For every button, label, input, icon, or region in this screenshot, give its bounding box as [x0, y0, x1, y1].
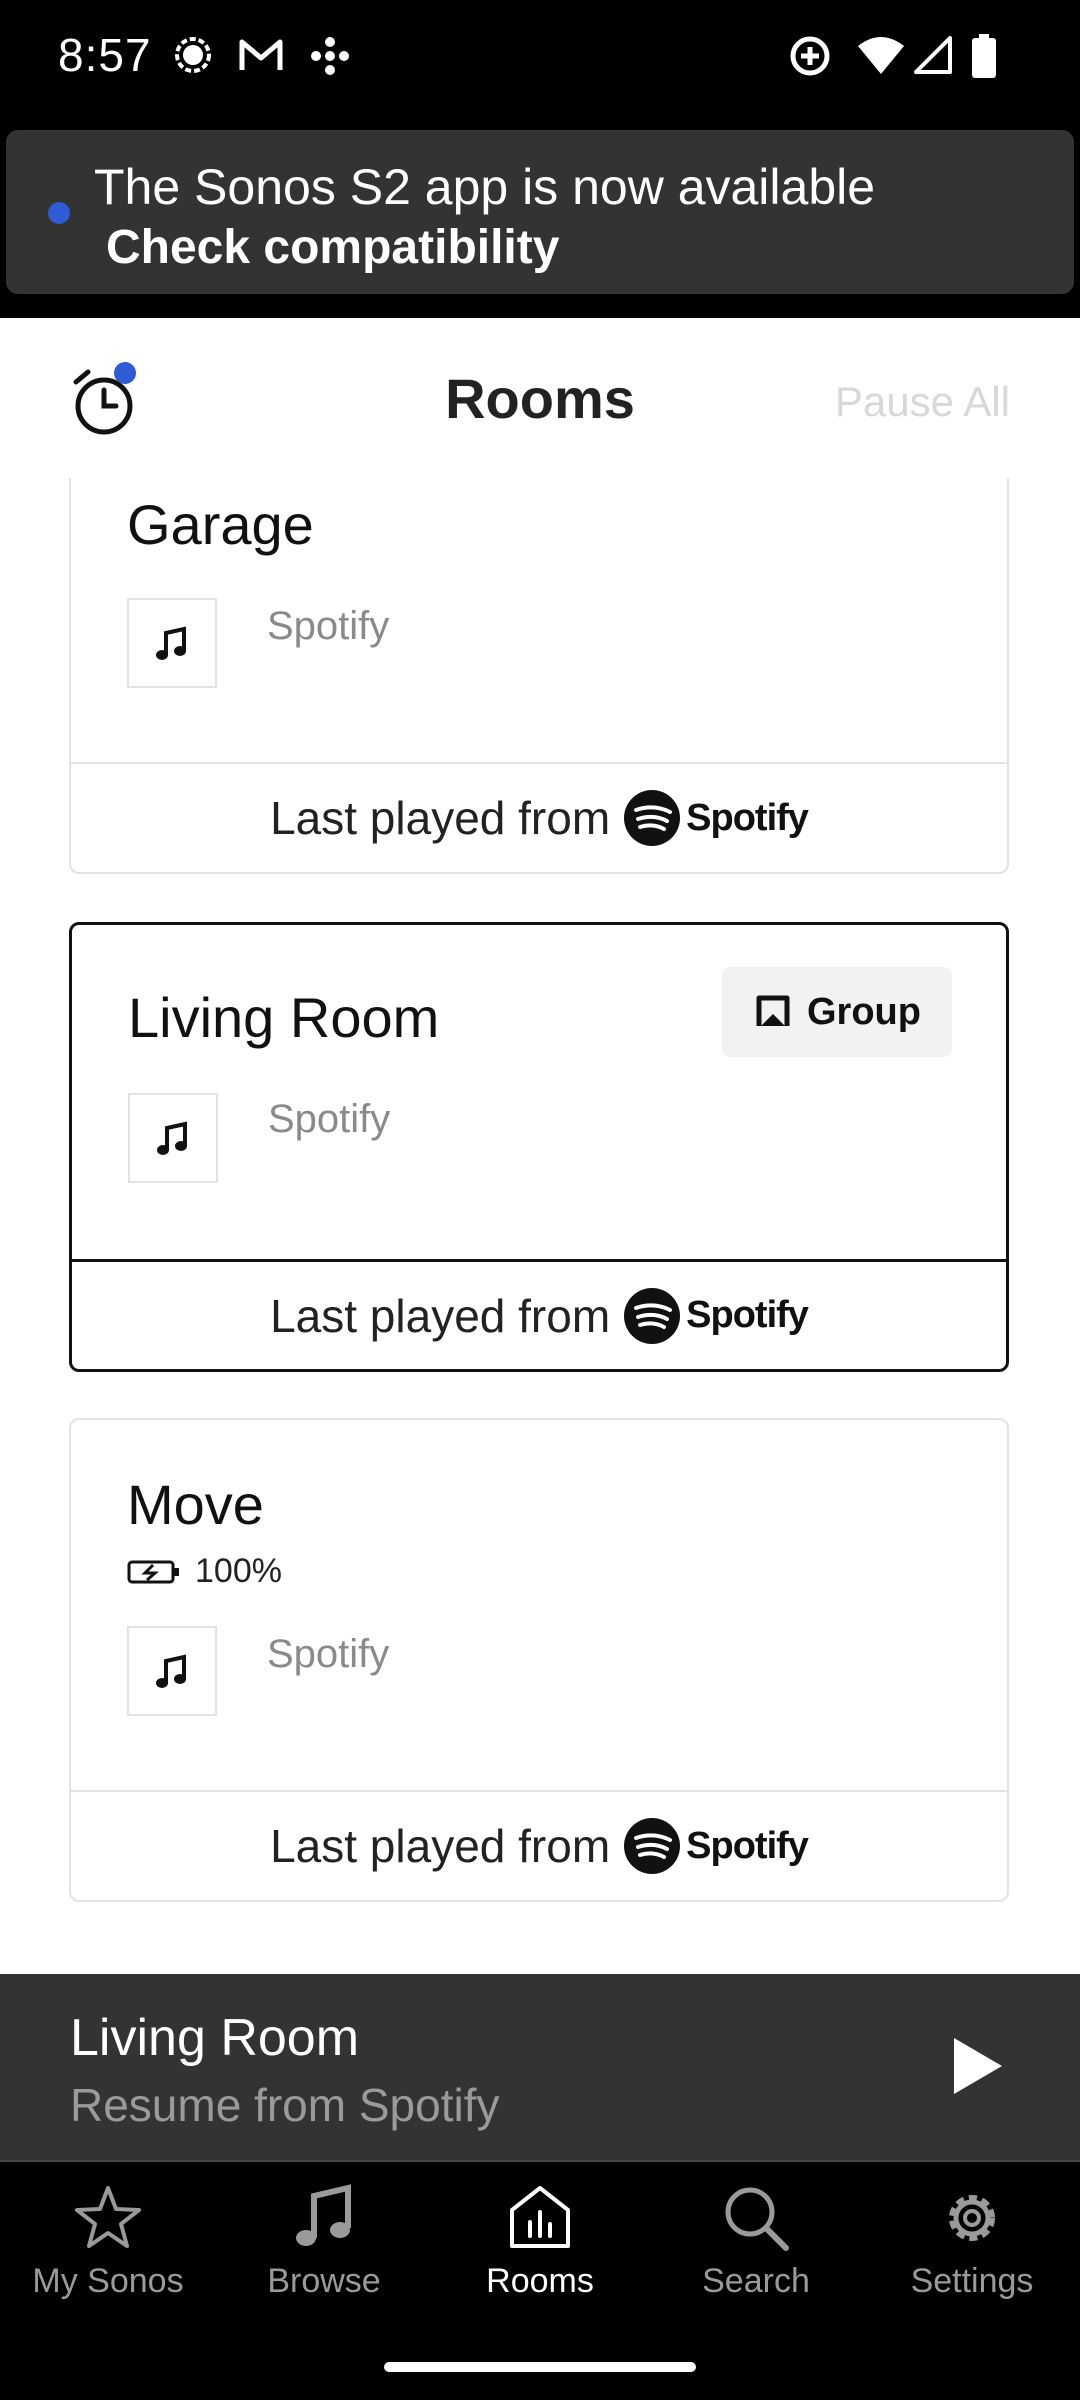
- rooms-header: Rooms Pause All: [0, 318, 1080, 478]
- room-name: Living Room: [128, 986, 440, 1049]
- album-art-placeholder: [127, 598, 217, 688]
- slack-icon: [311, 37, 349, 75]
- wifi-icon: [858, 37, 904, 74]
- battery-charging-icon: [127, 1560, 179, 1583]
- last-played-row[interactable]: Last played from Spotify: [71, 1790, 1007, 1900]
- gmail-icon: [239, 39, 283, 70]
- gear-icon: [949, 2195, 995, 2241]
- s2-app-banner[interactable]: The Sonos S2 app is now available Check …: [6, 130, 1074, 294]
- group-label: Group: [807, 990, 921, 1033]
- group-button[interactable]: Group: [722, 967, 952, 1057]
- music-note-icon: [157, 1121, 187, 1155]
- last-played-row[interactable]: Last played from Spotify: [71, 762, 1007, 872]
- nav-label: My Sonos: [32, 2262, 184, 2300]
- room-name: Move: [127, 1473, 264, 1536]
- service-name: Spotify: [686, 796, 809, 839]
- mini-player[interactable]: Living Room Resume from Spotify: [0, 1974, 1080, 2160]
- music-note-icon: [156, 626, 186, 660]
- service-name: Spotify: [686, 1294, 809, 1336]
- room-card-move[interactable]: Move 100% Spotify Last played from Spoti…: [69, 1418, 1009, 1902]
- data-saver-icon: [790, 36, 830, 76]
- status-bar: 8:57: [0, 0, 1080, 120]
- home-indicator[interactable]: [384, 2362, 696, 2372]
- last-played-row[interactable]: Last played from Spotify: [72, 1259, 1006, 1369]
- rooms-screen: Rooms Pause All Garage Spotify Last play…: [0, 318, 1080, 1974]
- nav-my-sonos[interactable]: My Sonos: [0, 2182, 216, 2301]
- signal-app-icon: [175, 37, 211, 73]
- album-art-placeholder: [127, 1626, 217, 1716]
- room-card-garage[interactable]: Garage Spotify Last played from Spotify: [69, 438, 1009, 874]
- check-compatibility-link[interactable]: Check compatibility: [106, 220, 559, 275]
- nav-settings[interactable]: Settings: [864, 2182, 1080, 2301]
- notification-dot: [48, 202, 70, 224]
- status-time: 8:57: [58, 29, 152, 81]
- search-icon: [725, 2187, 789, 2251]
- service-name: Spotify: [686, 1824, 809, 1867]
- nav-browse[interactable]: Browse: [216, 2182, 432, 2301]
- nav-label: Settings: [910, 2262, 1034, 2300]
- mini-player-subtitle: Resume from Spotify: [70, 2079, 500, 2131]
- spotify-logo: Spotify: [624, 790, 809, 846]
- nav-rooms[interactable]: Rooms: [432, 2182, 648, 2301]
- music-note-icon: [296, 2184, 351, 2246]
- cell-signal-icon: [914, 36, 952, 74]
- rooms-icon: [510, 2186, 570, 2248]
- gesture-area: [0, 2330, 1080, 2400]
- room-name: Garage: [127, 493, 314, 556]
- room-source: Spotify: [267, 1632, 390, 1676]
- nav-label: Search: [702, 2262, 810, 2300]
- bottom-nav: My Sonos Browse Rooms Search Settings: [0, 2160, 1080, 2330]
- spotify-icon: [624, 1818, 681, 1874]
- nav-label: Rooms: [486, 2262, 594, 2300]
- spotify-logo: Spotify: [624, 1287, 809, 1344]
- last-played-label: Last played from: [270, 1820, 611, 1872]
- group-speaker-icon: [756, 995, 790, 1026]
- last-played-label: Last played from: [270, 792, 611, 844]
- room-source: Spotify: [267, 604, 390, 648]
- battery-icon: [972, 34, 996, 78]
- spotify-logo: Spotify: [624, 1818, 809, 1874]
- room-source: Spotify: [268, 1097, 391, 1141]
- last-played-label: Last played from: [270, 1289, 611, 1342]
- star-icon: [75, 2186, 141, 2248]
- mini-player-room: Living Room: [70, 2009, 360, 2067]
- banner-message: The Sonos S2 app is now available: [94, 159, 876, 215]
- battery-status: 100%: [127, 1552, 282, 1591]
- play-icon[interactable]: [948, 2034, 1008, 2098]
- nav-search[interactable]: Search: [648, 2182, 864, 2301]
- pause-all-button[interactable]: Pause All: [835, 378, 1010, 426]
- room-card-living-room[interactable]: Living Room Group Spotify Last played fr…: [69, 922, 1009, 1372]
- battery-level: 100%: [195, 1552, 282, 1590]
- spotify-icon: [624, 1287, 681, 1344]
- album-art-placeholder: [128, 1093, 218, 1183]
- spotify-icon: [624, 790, 681, 846]
- music-note-icon: [156, 1654, 186, 1688]
- nav-label: Browse: [267, 2262, 381, 2300]
